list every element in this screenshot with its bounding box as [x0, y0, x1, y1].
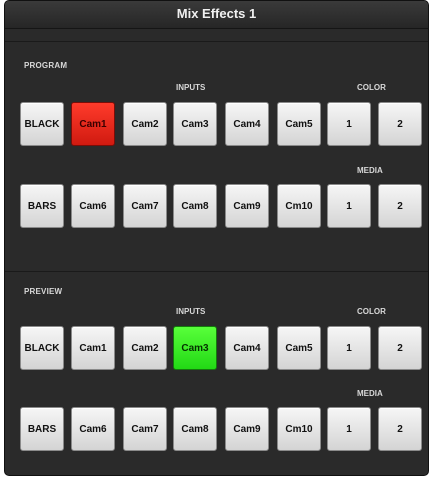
program-cam10-button[interactable]: Cm10 — [277, 184, 321, 228]
program-cam8-button[interactable]: Cam8 — [173, 184, 217, 228]
preview-cam5-button[interactable]: Cam5 — [277, 326, 321, 370]
preview-cam10-button[interactable]: Cm10 — [277, 407, 321, 451]
preview-inputs-label: INPUTS — [176, 307, 206, 316]
preview-media-2-button[interactable]: 2 — [378, 407, 422, 451]
program-black-button[interactable]: BLACK — [20, 102, 64, 146]
preview-media-label: MEDIA — [357, 389, 383, 398]
program-cam3-button[interactable]: Cam3 — [173, 102, 217, 146]
preview-bars-button[interactable]: BARS — [20, 407, 64, 451]
panel-title: Mix Effects 1 — [5, 1, 428, 29]
preview-color-2-button[interactable]: 2 — [378, 326, 422, 370]
program-cam2-button[interactable]: Cam2 — [123, 102, 167, 146]
program-cam1-button[interactable]: Cam1 — [71, 102, 115, 146]
program-cam5-button[interactable]: Cam5 — [277, 102, 321, 146]
program-cam4-button[interactable]: Cam4 — [225, 102, 269, 146]
program-media-1-button[interactable]: 1 — [327, 184, 371, 228]
program-section-label: PROGRAM — [24, 61, 68, 70]
preview-media-1-button[interactable]: 1 — [327, 407, 371, 451]
divider — [5, 41, 428, 42]
mix-effects-panel: Mix Effects 1 PROGRAM INPUTS COLOR MEDIA… — [4, 0, 429, 476]
program-media-label: MEDIA — [357, 166, 383, 175]
preview-cam8-button[interactable]: Cam8 — [173, 407, 217, 451]
program-color-1-button[interactable]: 1 — [327, 102, 371, 146]
program-media-2-button[interactable]: 2 — [378, 184, 422, 228]
preview-cam7-button[interactable]: Cam7 — [123, 407, 167, 451]
program-color-label: COLOR — [357, 83, 386, 92]
program-bars-button[interactable]: BARS — [20, 184, 64, 228]
preview-color-label: COLOR — [357, 307, 386, 316]
program-cam9-button[interactable]: Cam9 — [225, 184, 269, 228]
program-color-2-button[interactable]: 2 — [378, 102, 422, 146]
preview-cam9-button[interactable]: Cam9 — [225, 407, 269, 451]
preview-cam4-button[interactable]: Cam4 — [225, 326, 269, 370]
preview-color-1-button[interactable]: 1 — [327, 326, 371, 370]
preview-cam6-button[interactable]: Cam6 — [71, 407, 115, 451]
divider — [5, 271, 428, 272]
program-cam6-button[interactable]: Cam6 — [71, 184, 115, 228]
preview-section-label: PREVIEW — [24, 287, 63, 296]
program-inputs-label: INPUTS — [176, 83, 206, 92]
preview-black-button[interactable]: BLACK — [20, 326, 64, 370]
program-cam7-button[interactable]: Cam7 — [123, 184, 167, 228]
preview-cam2-button[interactable]: Cam2 — [123, 326, 167, 370]
preview-cam3-button[interactable]: Cam3 — [173, 326, 217, 370]
preview-cam1-button[interactable]: Cam1 — [71, 326, 115, 370]
